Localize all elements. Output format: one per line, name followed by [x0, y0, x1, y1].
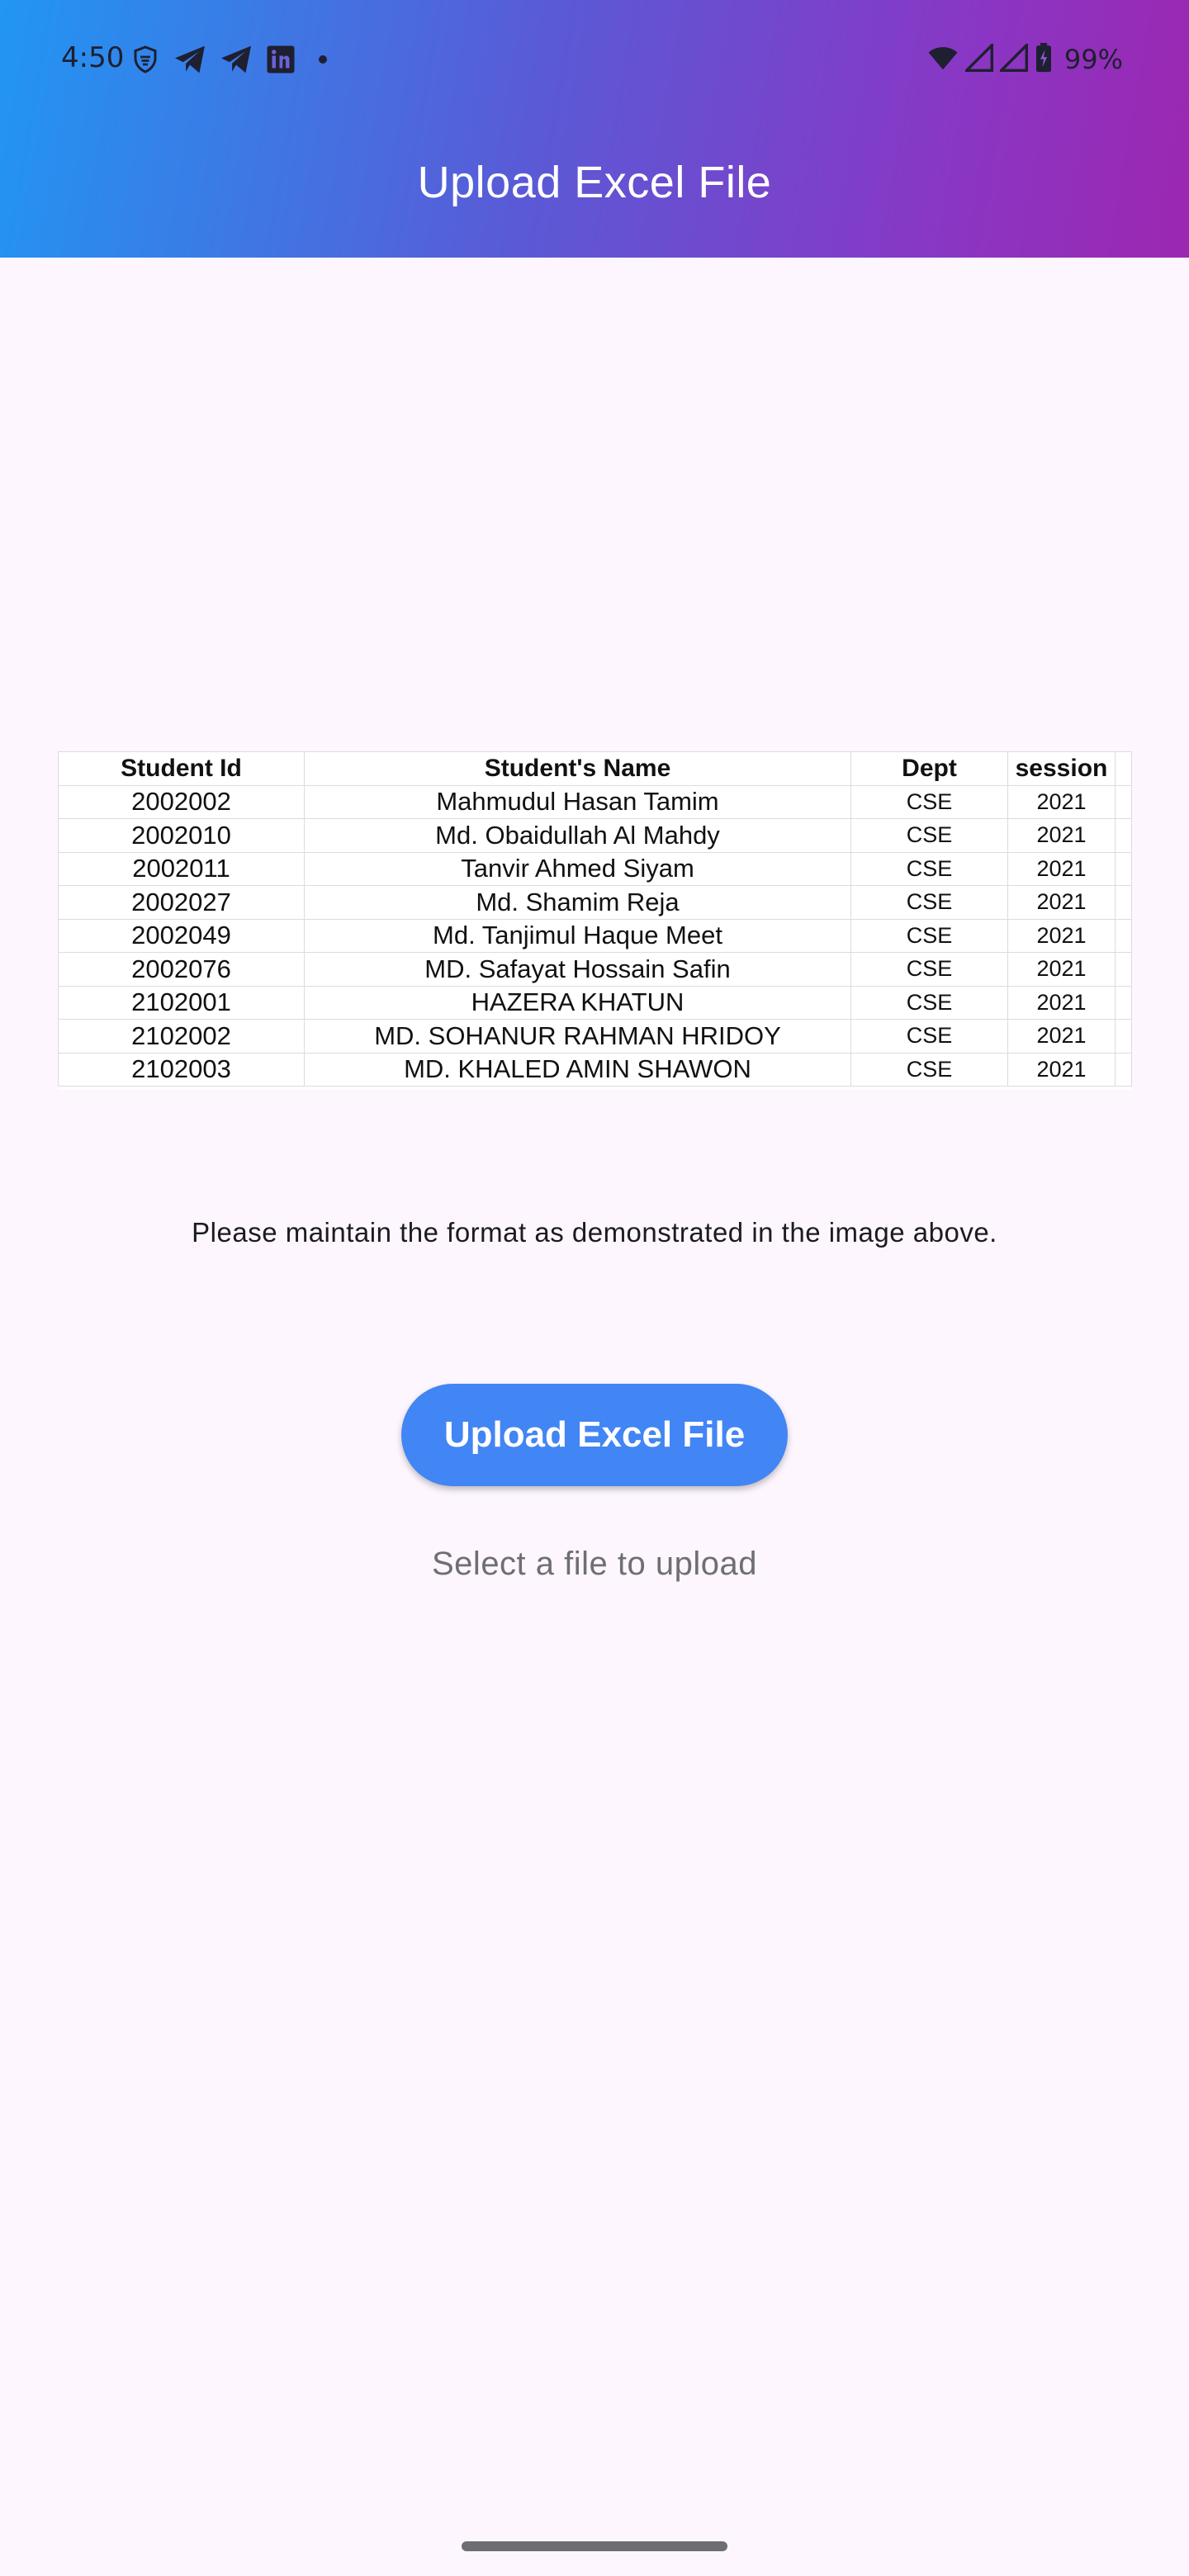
cell-student-id: 2002049: [58, 918, 305, 953]
table-row: 2002076 MD. Safayat Hossain Safin CSE 20…: [58, 952, 1132, 987]
telegram-icon: [220, 45, 253, 74]
status-bar: 4:50 99%: [0, 0, 1189, 121]
cell-empty: [1115, 1052, 1132, 1087]
cell-dept: CSE: [850, 885, 1008, 920]
table-header-row: Student Id Student's Name Dept session: [58, 751, 1132, 786]
wifi-icon: [927, 44, 959, 75]
cell-empty: [1115, 784, 1132, 819]
cell-dept: CSE: [850, 784, 1008, 819]
page-title: Upload Excel File: [417, 158, 772, 207]
cell-student-name: HAZERA KHATUN: [304, 985, 851, 1020]
battery-charging-icon: [1035, 43, 1053, 76]
table-row: 2102002 MD. SOHANUR RAHMAN HRIDOY CSE 20…: [58, 1019, 1132, 1054]
cell-session: 2021: [1007, 885, 1116, 920]
cell-empty: [1115, 818, 1132, 853]
cell-session: 2021: [1007, 784, 1116, 819]
table-row: 2002027 Md. Shamim Reja CSE 2021: [58, 885, 1132, 920]
upload-excel-button[interactable]: Upload Excel File: [401, 1384, 788, 1486]
cell-dept: CSE: [850, 985, 1008, 1020]
cell-student-id: 2002010: [58, 818, 305, 853]
cell-student-name: MD. KHALED AMIN SHAWON: [304, 1052, 851, 1087]
more-notifications-dot: [319, 55, 327, 64]
cell-dept: CSE: [850, 818, 1008, 853]
header-session: session: [1007, 751, 1116, 786]
cell-student-name: MD. SOHANUR RAHMAN HRIDOY: [304, 1019, 851, 1054]
cell-student-name: Md. Tanjimul Haque Meet: [304, 918, 851, 953]
format-instruction-text: Please maintain the format as demonstrat…: [192, 1217, 997, 1248]
sample-format-image: Student Id Student's Name Dept session 2…: [58, 751, 1132, 1090]
table-row: 2002011 Tanvir Ahmed Siyam CSE 2021: [58, 851, 1132, 886]
table-row: 2002010 Md. Obaidullah Al Mahdy CSE 2021: [58, 818, 1132, 853]
notification-icons: [130, 43, 327, 76]
header-empty: [1115, 751, 1132, 786]
cell-empty: [1115, 985, 1132, 1020]
cell-student-name: Tanvir Ahmed Siyam: [304, 851, 851, 886]
status-time: 4:50: [61, 41, 125, 74]
home-indicator[interactable]: [462, 2541, 727, 2551]
system-icons: 99%: [927, 41, 1123, 78]
cell-session: 2021: [1007, 851, 1116, 886]
cell-empty: [1115, 1019, 1132, 1054]
signal-icon: [963, 41, 993, 75]
cell-student-id: 2002027: [58, 885, 305, 920]
cell-dept: CSE: [850, 918, 1008, 953]
cell-empty: [1115, 851, 1132, 886]
table-row: 2102001 HAZERA KHATUN CSE 2021: [58, 985, 1132, 1020]
signal-icon: [997, 41, 1028, 75]
cell-session: 2021: [1007, 918, 1116, 953]
upload-status-text: Select a file to upload: [432, 1546, 757, 1582]
table-row: 2102003 MD. KHALED AMIN SHAWON CSE 2021: [58, 1052, 1132, 1087]
cell-student-name: Md. Obaidullah Al Mahdy: [304, 818, 851, 853]
cell-student-name: Md. Shamim Reja: [304, 885, 851, 920]
upload-screen: 4:50 99% Upload Excel File Student Id St…: [0, 0, 1189, 2576]
table-row: 2002002 Mahmudul Hasan Tamim CSE 2021: [58, 784, 1132, 819]
cell-student-id: 2102002: [58, 1019, 305, 1054]
cell-student-id: 2002002: [58, 784, 305, 819]
cell-session: 2021: [1007, 1052, 1116, 1087]
cell-empty: [1115, 885, 1132, 920]
sample-table: Student Id Student's Name Dept session 2…: [58, 751, 1132, 1087]
cell-student-id: 2102001: [58, 985, 305, 1020]
cell-dept: CSE: [850, 952, 1008, 987]
app-bar: 4:50 99% Upload Excel File: [0, 0, 1189, 258]
cell-empty: [1115, 952, 1132, 987]
cell-session: 2021: [1007, 818, 1116, 853]
vpn-shield-icon: [130, 45, 160, 74]
table-row: 2002049 Md. Tanjimul Haque Meet CSE 2021: [58, 918, 1132, 953]
cell-student-id: 2002011: [58, 851, 305, 886]
cell-dept: CSE: [850, 851, 1008, 886]
cell-empty: [1115, 918, 1132, 953]
cell-dept: CSE: [850, 1052, 1008, 1087]
linkedin-icon: [266, 45, 296, 74]
header-student-name: Student's Name: [304, 751, 851, 786]
header-student-id: Student Id: [58, 751, 305, 786]
battery-percentage: 99%: [1063, 44, 1123, 75]
cell-session: 2021: [1007, 1019, 1116, 1054]
cell-student-id: 2002076: [58, 952, 305, 987]
telegram-icon: [173, 45, 206, 74]
cell-session: 2021: [1007, 952, 1116, 987]
header-dept: Dept: [850, 751, 1008, 786]
cell-student-name: MD. Safayat Hossain Safin: [304, 952, 851, 987]
cell-student-id: 2102003: [58, 1052, 305, 1087]
cell-student-name: Mahmudul Hasan Tamim: [304, 784, 851, 819]
cell-session: 2021: [1007, 985, 1116, 1020]
cell-dept: CSE: [850, 1019, 1008, 1054]
